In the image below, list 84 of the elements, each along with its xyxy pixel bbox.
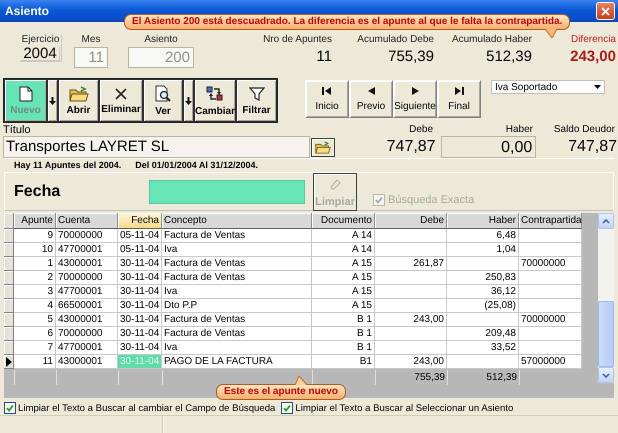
column-header[interactable]: Documento [312, 213, 375, 229]
page-icon [18, 86, 32, 102]
chevron-down-icon [602, 372, 610, 378]
callout-tail [294, 376, 308, 385]
balance-value: 747,87 [567, 137, 618, 157]
eraser-icon [329, 178, 341, 190]
column-header[interactable]: Apunte [14, 213, 56, 229]
balance-label: Debe [408, 124, 433, 136]
window-title: Asiento [5, 4, 50, 18]
column-header[interactable]: Debe [375, 213, 447, 229]
caret-icon [185, 96, 192, 104]
header-value: 755,39 [388, 47, 434, 67]
balance-value: 0,00 [440, 136, 536, 158]
scroll-down-button[interactable] [598, 367, 614, 383]
search-field-label: Fecha [14, 182, 62, 200]
dropdown-arrow-button[interactable] [47, 79, 58, 122]
table-cell: 11 [14, 355, 56, 369]
header-label: Diferencia [570, 34, 616, 46]
magnifier-page-icon [154, 84, 172, 102]
difference-value: 243,00 [570, 47, 616, 67]
header-value: 512,39 [486, 47, 532, 67]
balance-value: 747,87 [386, 137, 437, 157]
last-icon [454, 86, 464, 94]
balance-label: Saldo Deudor [552, 124, 615, 136]
callout-tail [544, 29, 558, 38]
folder-icon [314, 140, 331, 154]
swap-icon [206, 84, 224, 102]
table-cell: 57000000 [519, 355, 582, 369]
next-icon [412, 86, 418, 94]
last-button[interactable]: Final [437, 80, 481, 118]
header-value: 11 [316, 47, 332, 67]
first-button[interactable]: Inicio [305, 80, 349, 118]
apuntes-count: Hay 11 Apuntes del 2004. [14, 160, 122, 170]
scroll-up-button[interactable] [598, 213, 614, 229]
dropdown-arrow-button[interactable] [183, 79, 194, 122]
open-folder-button[interactable] [310, 138, 335, 156]
checkbox[interactable] [4, 402, 16, 414]
x-icon [114, 86, 128, 100]
checkbox-label: Limpiar el Texto a Buscar al cambiar el Campo de Búsqueda [18, 402, 276, 414]
close-button[interactable] [596, 2, 615, 20]
funnel-icon [248, 86, 264, 102]
table-cell: B1 [312, 355, 375, 369]
column-header[interactable]: Contrapartida [519, 213, 582, 229]
change-button[interactable]: Cambiar [194, 79, 236, 122]
checkbox-label: Búsqueda Exacta [388, 194, 474, 206]
column-header[interactable]: Cuenta [56, 213, 118, 229]
scrollbar-thumb[interactable] [598, 301, 614, 367]
search-field[interactable] [149, 180, 305, 204]
next-button[interactable]: Siguiente [393, 80, 437, 118]
note-callout: Este es el apunte nuevo [216, 376, 346, 400]
delete-button[interactable]: Eliminar [99, 79, 143, 122]
table-cell: 30-11-04 [118, 355, 162, 369]
previous-icon [368, 86, 374, 94]
first-icon [322, 86, 332, 94]
dropdown-arrow-icon [594, 85, 601, 89]
checkbox-label: Limpiar el Texto a Buscar al Seleccionar un Asiento [295, 402, 514, 414]
chevron-up-icon [602, 218, 610, 224]
previous-button[interactable]: Previo [349, 80, 393, 118]
corner-cell [4, 213, 14, 229]
account-dropdown[interactable]: Iva Soportado [491, 80, 605, 94]
title-field[interactable]: Transportes LAYRET SL [3, 136, 310, 158]
table-cell: 243,00 [375, 355, 447, 369]
table-cell: PAGO DE LA FACTURA [162, 355, 312, 369]
caret-icon [49, 96, 56, 104]
header-label: Mes [80, 34, 102, 46]
header-value: 2004 [21, 47, 60, 61]
header-label: Ejercicio [22, 34, 60, 46]
readonly-field: 200 [128, 47, 194, 68]
total-value: 755,39 [375, 370, 447, 385]
date-range: Del 01/01/2004 Al 31/12/2004. [135, 160, 258, 170]
open-button[interactable]: Abrir [58, 79, 99, 122]
checkbox[interactable] [281, 402, 294, 414]
filter-button[interactable]: Filtrar [236, 79, 277, 122]
readonly-field: 11 [74, 47, 108, 68]
folder-icon [68, 86, 88, 102]
view-button[interactable]: Ver [143, 79, 183, 122]
close-icon [601, 6, 610, 16]
column-header[interactable]: Fecha [118, 213, 162, 229]
total-value: 512,39 [447, 370, 519, 385]
balance-label: Haber [504, 124, 533, 136]
column-header[interactable]: Haber [447, 213, 519, 229]
row-selector[interactable] [4, 355, 14, 369]
column-header[interactable]: Concepto [162, 213, 312, 229]
field-label: Título [3, 124, 32, 136]
